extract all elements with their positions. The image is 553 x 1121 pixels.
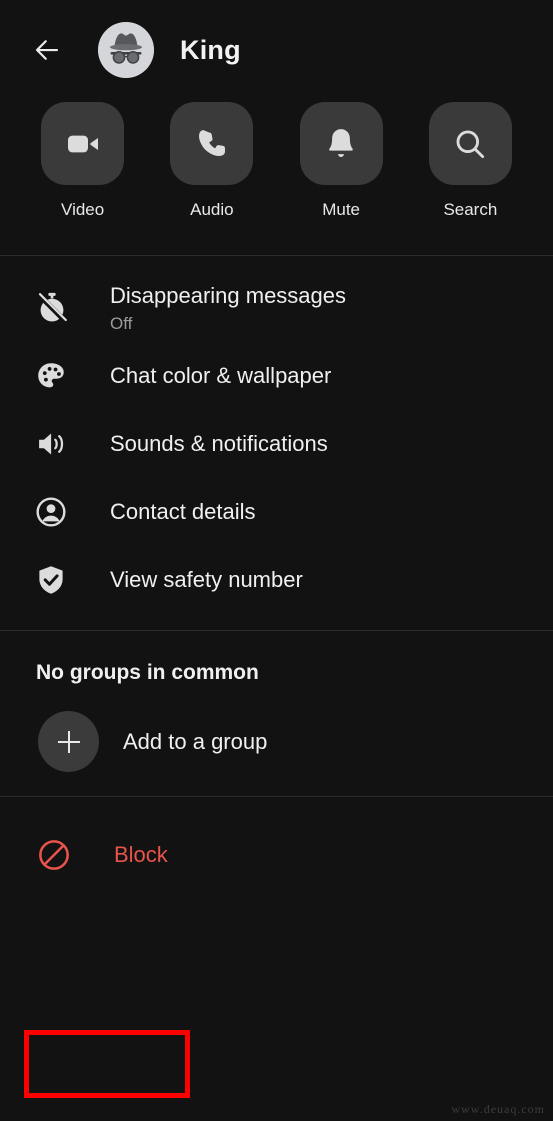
settings-list: Disappearing messages Off Chat color & w… bbox=[0, 256, 553, 630]
row-icon bbox=[34, 426, 78, 462]
action-mute-tile bbox=[299, 102, 383, 185]
list-item-subtitle: Off bbox=[110, 313, 133, 333]
add-to-group-circle bbox=[38, 711, 99, 772]
bell-icon bbox=[329, 128, 353, 157]
incognito-avatar-icon bbox=[98, 22, 154, 78]
person-circle-icon bbox=[36, 497, 66, 527]
row-text: Contact details bbox=[110, 498, 256, 526]
list-item-view-safety-number[interactable]: View safety number bbox=[0, 546, 553, 614]
plus-icon bbox=[57, 730, 80, 753]
row-text: View safety number bbox=[110, 566, 303, 594]
action-search[interactable]: Search bbox=[406, 102, 535, 220]
add-to-group-button[interactable]: Add to a group bbox=[0, 711, 553, 772]
avatar[interactable] bbox=[98, 22, 154, 78]
action-audio-tile bbox=[170, 102, 254, 185]
timer-off-icon bbox=[36, 292, 68, 324]
page-title: King bbox=[180, 34, 241, 65]
row-icon bbox=[34, 495, 78, 529]
action-mute[interactable]: Mute bbox=[277, 102, 406, 220]
watermark: www.deuaq.com bbox=[451, 1102, 545, 1116]
row-icon bbox=[34, 290, 78, 326]
block-button[interactable]: Block bbox=[0, 825, 553, 885]
block-section: Block bbox=[0, 797, 553, 885]
action-audio-label: Audio bbox=[190, 200, 234, 219]
list-item-chat-color-wallpaper[interactable]: Chat color & wallpaper bbox=[0, 342, 553, 410]
add-to-group-label: Add to a group bbox=[123, 728, 268, 754]
arrow-left-icon bbox=[35, 40, 59, 60]
phone-icon bbox=[198, 129, 225, 156]
action-search-tile bbox=[428, 102, 512, 185]
shield-check-icon bbox=[39, 566, 63, 594]
list-item-title: Contact details bbox=[110, 499, 256, 525]
row-text: Sounds & notifications bbox=[110, 430, 328, 458]
list-item-contact-details[interactable]: Contact details bbox=[0, 478, 553, 546]
action-search-label: Search bbox=[443, 200, 498, 219]
speaker-icon bbox=[39, 433, 64, 455]
search-icon bbox=[456, 130, 485, 158]
list-item-title: Chat color & wallpaper bbox=[110, 363, 332, 389]
app-header: King bbox=[0, 0, 553, 100]
contact-settings-screen: King Video Audio Mute Search Disappearin… bbox=[0, 0, 553, 1121]
groups-header: No groups in common bbox=[36, 661, 259, 684]
list-item-title: Disappearing messages bbox=[110, 283, 347, 309]
action-video-tile bbox=[41, 102, 125, 185]
row-icon bbox=[34, 359, 78, 393]
row-text: Chat color & wallpaper bbox=[110, 362, 331, 390]
action-video[interactable]: Video bbox=[18, 102, 147, 220]
annotation-highlight-block bbox=[24, 1030, 190, 1098]
row-icon bbox=[34, 563, 78, 597]
block-label: Block bbox=[114, 842, 168, 867]
action-mute-label: Mute bbox=[322, 200, 361, 219]
list-item-sounds-notifications[interactable]: Sounds & notifications bbox=[0, 410, 553, 478]
back-button[interactable] bbox=[26, 29, 68, 71]
palette-icon bbox=[38, 363, 64, 388]
list-item-title: View safety number bbox=[110, 567, 303, 593]
groups-section: No groups in common Add to a group bbox=[0, 631, 553, 796]
block-circle-slash-icon bbox=[39, 840, 69, 870]
list-item-title: Sounds & notifications bbox=[110, 431, 328, 457]
action-video-label: Video bbox=[61, 200, 105, 219]
row-text: Disappearing messages Off bbox=[110, 282, 346, 334]
action-audio[interactable]: Audio bbox=[147, 102, 276, 220]
video-camera-icon bbox=[67, 135, 98, 152]
list-item-disappearing-messages[interactable]: Disappearing messages Off bbox=[0, 274, 553, 342]
quick-actions-row: Video Audio Mute Search bbox=[0, 100, 553, 220]
